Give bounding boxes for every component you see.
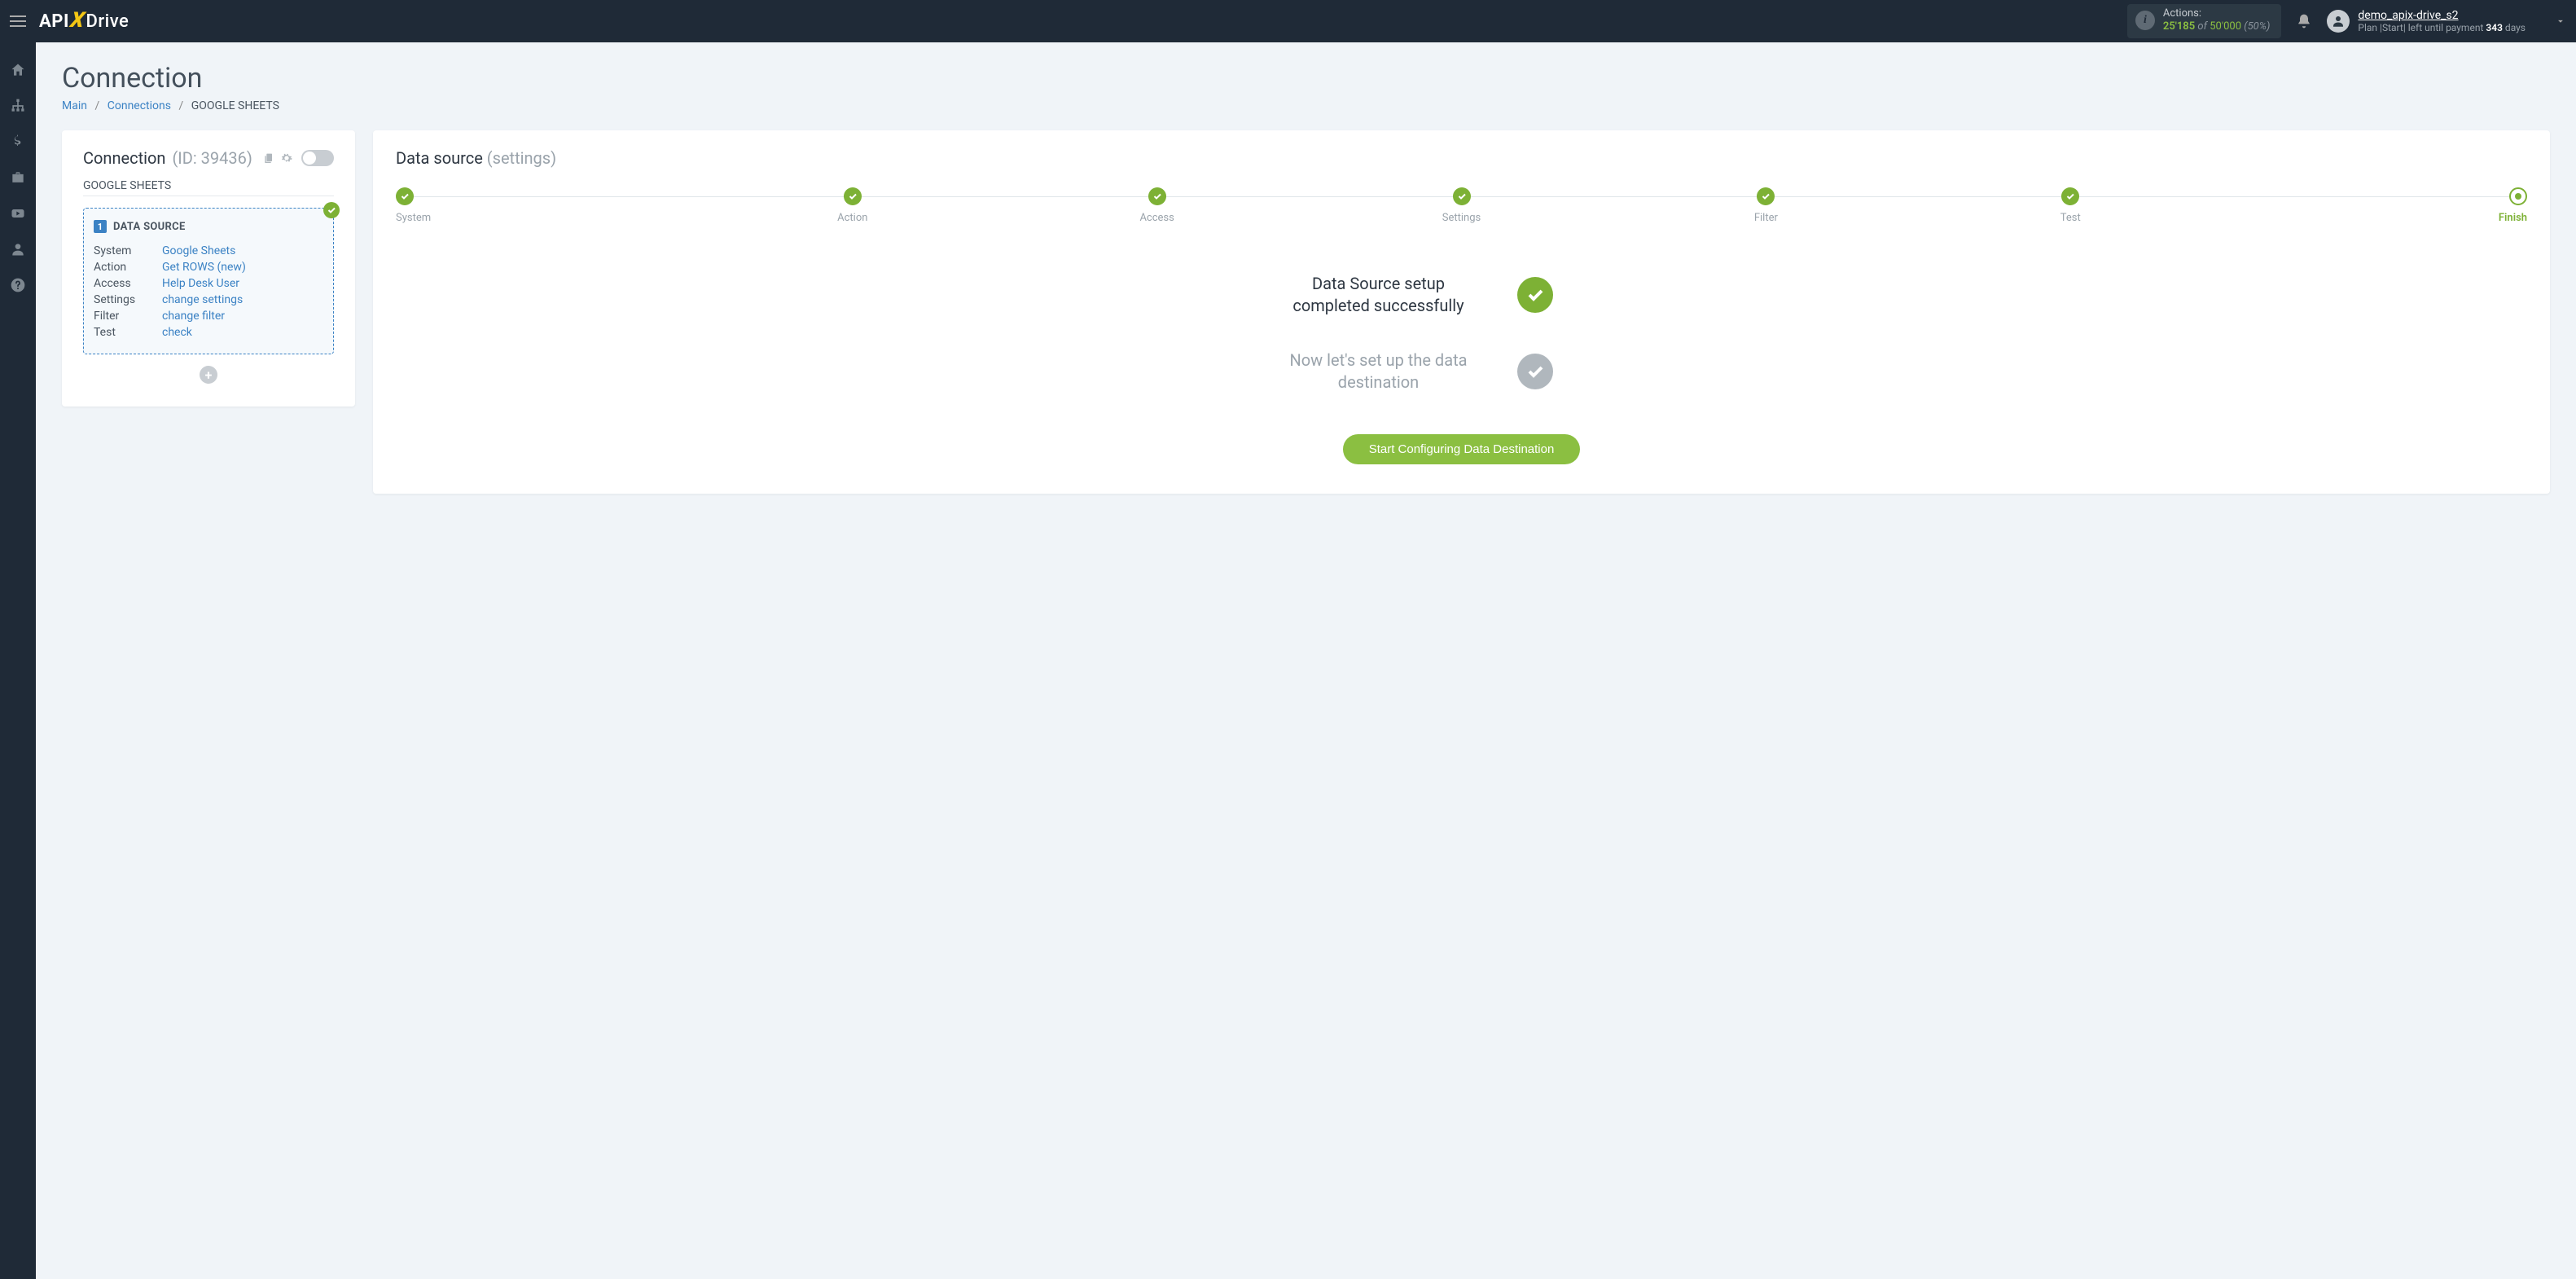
data-source-title: 1 DATA SOURCE xyxy=(94,220,323,233)
breadcrumb-connections[interactable]: Connections xyxy=(108,99,171,112)
data-source-panel: Data source (settings) System Action Acc… xyxy=(373,130,2550,494)
actions-label: Actions: xyxy=(2163,7,2271,20)
breadcrumb-main[interactable]: Main xyxy=(62,99,87,112)
check-badge-icon xyxy=(323,202,340,218)
data-source-label: DATA SOURCE xyxy=(113,221,186,233)
add-button[interactable]: + xyxy=(200,366,217,384)
logo-part3: Drive xyxy=(86,11,129,32)
status-done-text: Data Source setup completed successfully xyxy=(1273,273,1485,317)
step-settings[interactable]: Settings xyxy=(1310,187,1614,224)
step-access[interactable]: Access xyxy=(1005,187,1310,224)
user-icon[interactable] xyxy=(10,241,26,257)
connection-subtitle: GOOGLE SHEETS xyxy=(83,179,334,196)
logo-part1: API xyxy=(39,11,69,32)
step-system[interactable]: System xyxy=(396,187,700,224)
data-source-rows: SystemGoogle Sheets ActionGet ROWS (new)… xyxy=(94,243,323,341)
top-header: API X Drive i Actions: 25'185 of 50'000 … xyxy=(0,0,2576,42)
chevron-down-icon[interactable] xyxy=(2555,15,2566,27)
status-block: Data Source setup completed successfully… xyxy=(396,273,2527,464)
connection-header: Connection (ID: 39436) xyxy=(83,148,334,168)
help-icon[interactable] xyxy=(10,277,26,293)
info-icon: i xyxy=(2135,11,2155,30)
data-source-card[interactable]: 1 DATA SOURCE SystemGoogle Sheets Action… xyxy=(83,208,334,354)
status-row-pending: Now let's set up the data destination xyxy=(1273,349,1553,393)
stepper: System Action Access Settings Filter Tes… xyxy=(396,187,2527,224)
dollar-icon[interactable] xyxy=(10,134,26,150)
sidebar xyxy=(0,42,36,1279)
status-pending-icon xyxy=(1517,354,1553,389)
user-block[interactable]: demo_apix-drive_s2 Plan |Start| left unt… xyxy=(2327,9,2526,33)
content: Connection Main / Connections / GOOGLE S… xyxy=(36,42,2576,1279)
status-pending-text: Now let's set up the data destination xyxy=(1273,349,1485,393)
breadcrumb-current: GOOGLE SHEETS xyxy=(191,99,279,112)
user-name: demo_apix-drive_s2 xyxy=(2358,9,2526,22)
connection-id: (ID: 39436) xyxy=(172,148,252,168)
ds-row-test: Testcheck xyxy=(94,324,323,341)
page-title: Connection xyxy=(62,62,2550,94)
ds-row-filter: Filterchange filter xyxy=(94,308,323,324)
hamburger-icon[interactable] xyxy=(10,11,29,31)
copy-icon[interactable] xyxy=(262,152,275,165)
ds-row-access: AccessHelp Desk User xyxy=(94,275,323,292)
panels: Connection (ID: 39436) GOOGLE SHEETS 1 xyxy=(62,130,2550,494)
user-plan: Plan |Start| left until payment 343 days xyxy=(2358,22,2526,33)
layout: Connection Main / Connections / GOOGLE S… xyxy=(0,42,2576,1279)
actions-total: 50'000 xyxy=(2210,20,2241,33)
logo[interactable]: API X Drive xyxy=(39,9,129,33)
user-text: demo_apix-drive_s2 Plan |Start| left unt… xyxy=(2358,9,2526,33)
configure-destination-button[interactable]: Start Configuring Data Destination xyxy=(1343,434,1581,464)
connection-panel: Connection (ID: 39436) GOOGLE SHEETS 1 xyxy=(62,130,355,407)
step-action[interactable]: Action xyxy=(700,187,1005,224)
connection-heading: Connection xyxy=(83,148,165,168)
user-avatar-icon xyxy=(2327,10,2350,33)
sitemap-icon[interactable] xyxy=(10,98,26,114)
ds-row-system: SystemGoogle Sheets xyxy=(94,243,323,259)
video-icon[interactable] xyxy=(10,205,26,222)
topbar-right: i Actions: 25'185 of 50'000 (50%) demo_a… xyxy=(2127,4,2566,37)
actions-used: 25'185 xyxy=(2163,20,2195,33)
home-icon[interactable] xyxy=(10,62,26,78)
step-filter[interactable]: Filter xyxy=(1613,187,1918,224)
actions-box[interactable]: i Actions: 25'185 of 50'000 (50%) xyxy=(2127,4,2282,37)
ds-row-settings: Settingschange settings xyxy=(94,292,323,308)
ds-row-action: ActionGet ROWS (new) xyxy=(94,259,323,275)
step-test[interactable]: Test xyxy=(1918,187,2223,224)
connection-toggle[interactable] xyxy=(301,150,334,166)
bell-icon[interactable] xyxy=(2296,13,2312,29)
actions-text: Actions: 25'185 of 50'000 (50%) xyxy=(2163,7,2271,33)
status-done-icon xyxy=(1517,277,1553,313)
status-row-done: Data Source setup completed successfully xyxy=(1273,273,1553,317)
logo-part2: X xyxy=(68,8,86,33)
breadcrumb: Main / Connections / GOOGLE SHEETS xyxy=(62,99,2550,112)
briefcase-icon[interactable] xyxy=(10,169,26,186)
data-source-num: 1 xyxy=(94,220,107,233)
gear-icon[interactable] xyxy=(280,152,293,165)
right-title: Data source (settings) xyxy=(396,148,2527,168)
step-finish[interactable]: Finish xyxy=(2223,187,2527,224)
actions-pct: (50%) xyxy=(2244,20,2270,33)
actions-of: of xyxy=(2197,20,2207,33)
